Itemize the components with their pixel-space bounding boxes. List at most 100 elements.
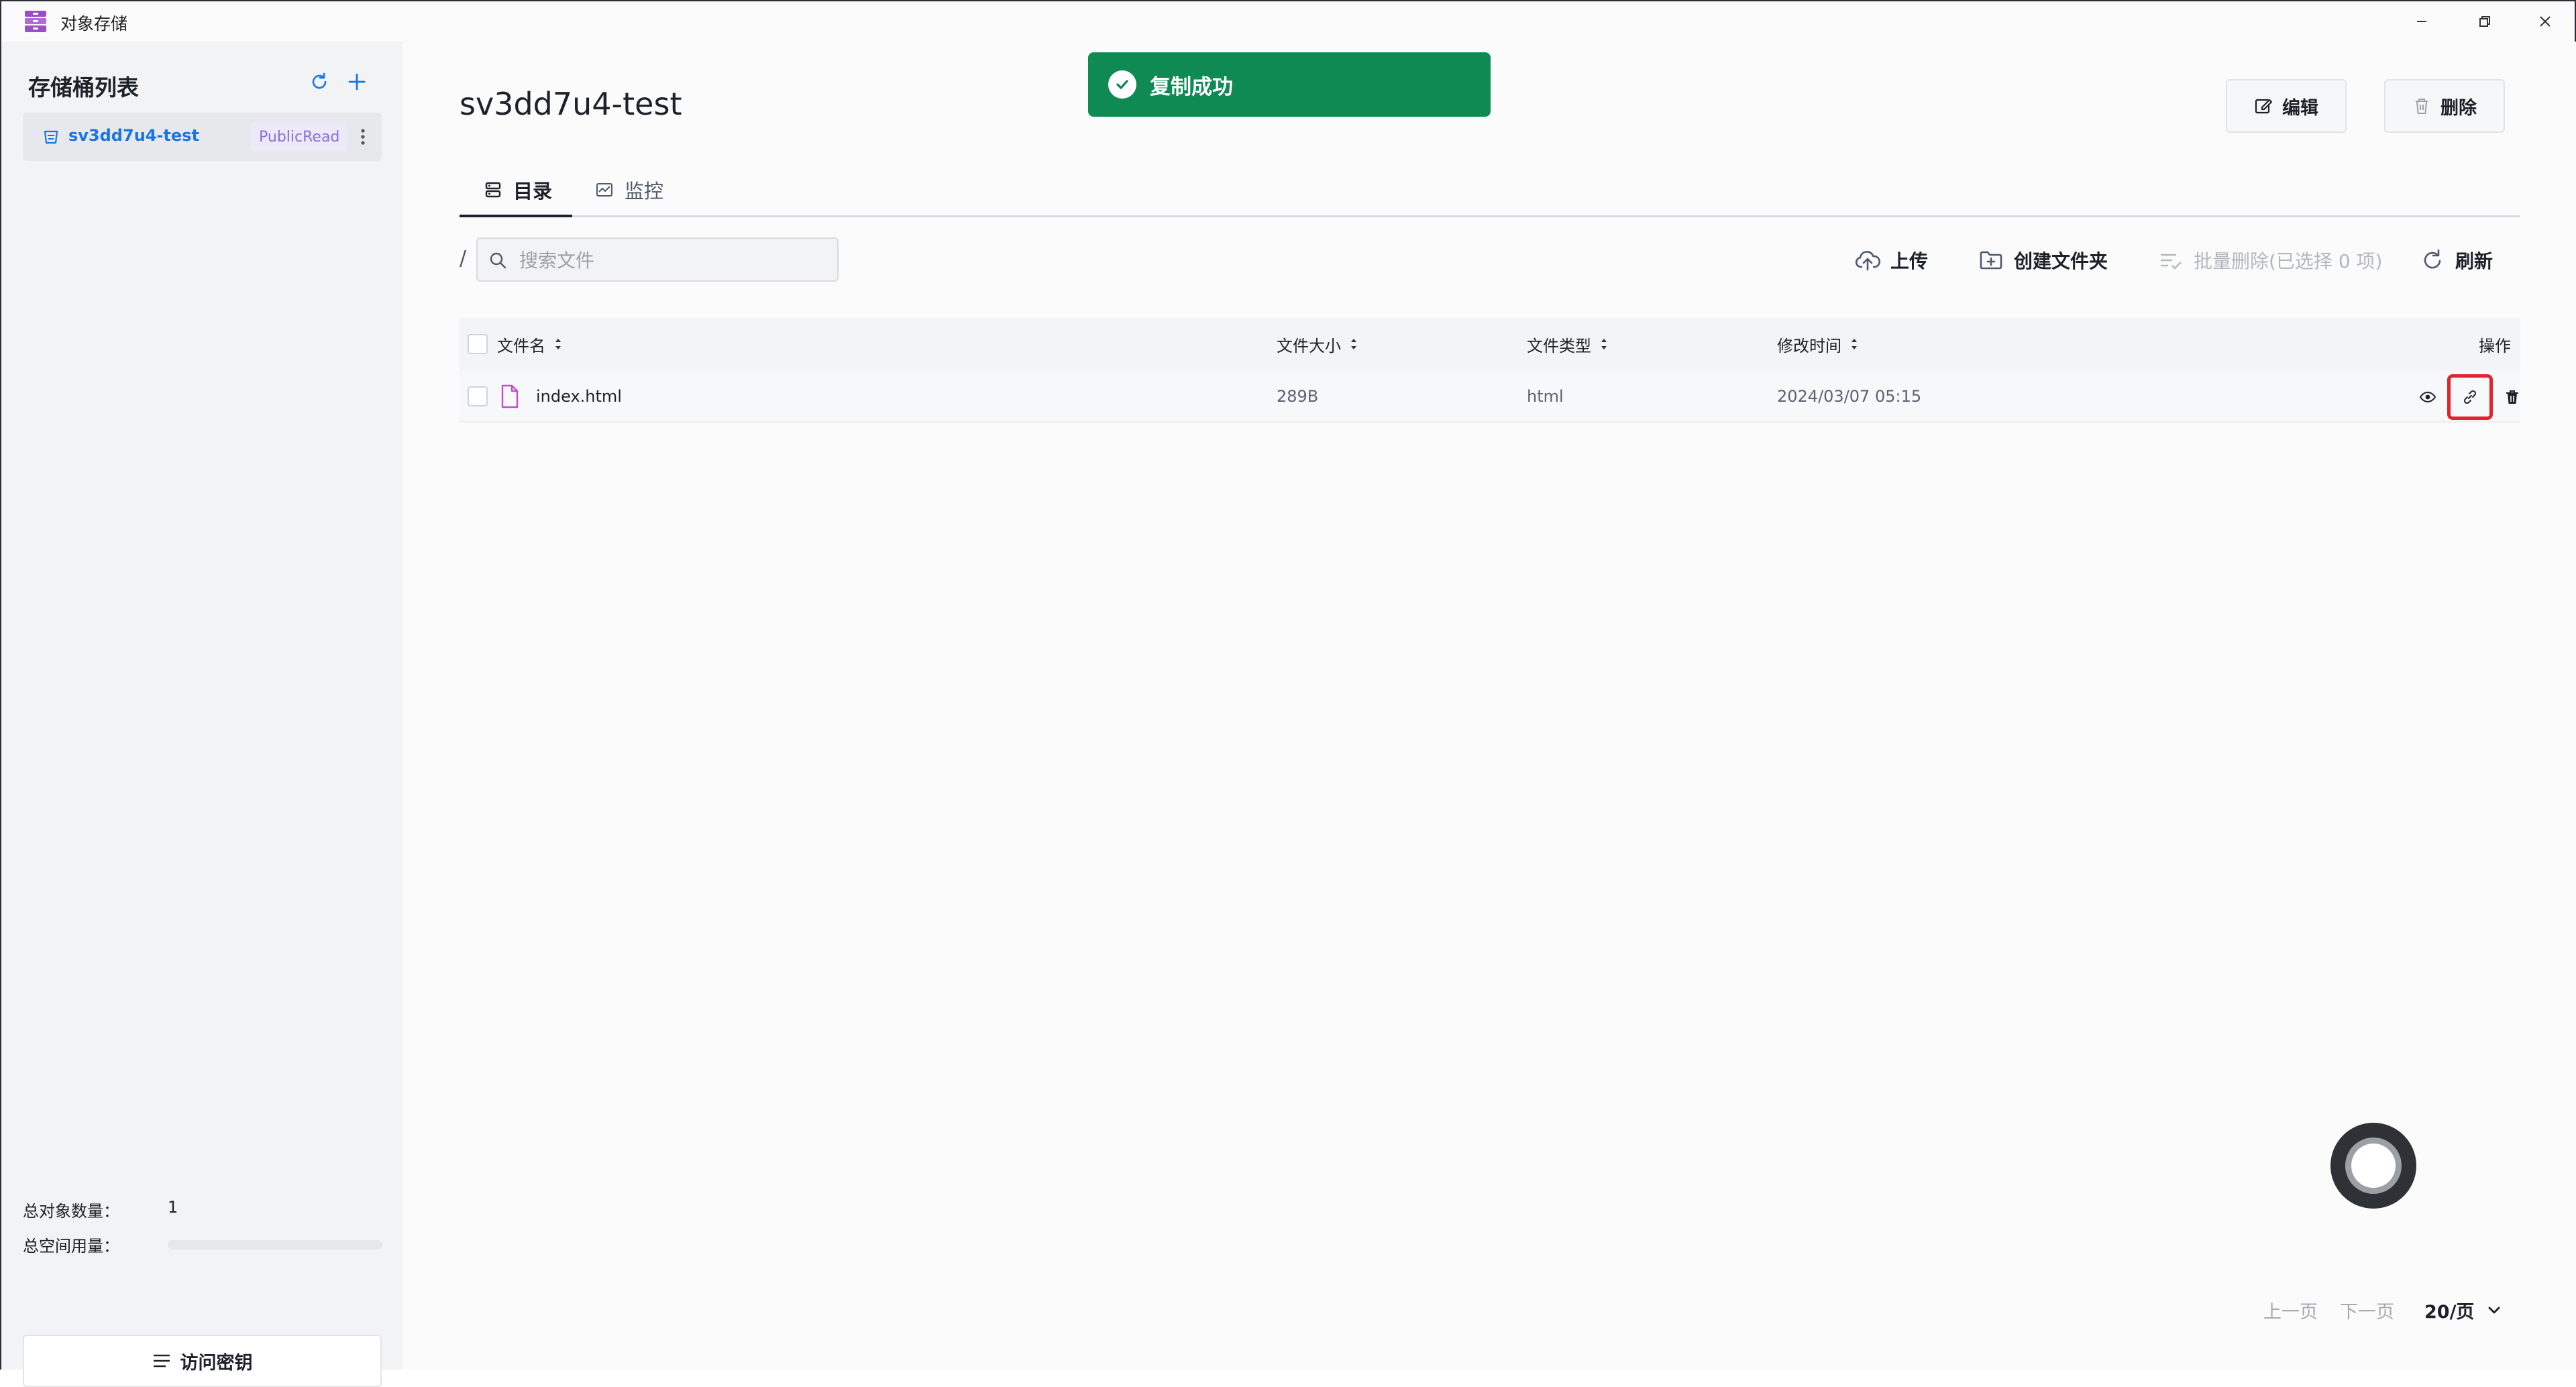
header-filetype[interactable]: 文件类型 <box>1527 318 1610 370</box>
success-toast: 复制成功 <box>1088 52 1491 117</box>
minimize-button[interactable] <box>2408 8 2435 35</box>
eye-icon <box>2419 391 2436 403</box>
next-page-button[interactable]: 下一页 <box>2340 1297 2394 1323</box>
list-check-icon <box>2161 254 2182 270</box>
search-field <box>476 237 839 282</box>
refresh-icon <box>312 72 327 89</box>
tab-bar: 目录 监控 <box>460 162 2520 217</box>
page-title: sv3dd7u4-test <box>460 86 682 122</box>
more-vertical-icon <box>361 129 365 145</box>
header-operations: 操作 <box>2479 336 2511 355</box>
tab-directory-label: 目录 <box>513 180 553 203</box>
select-all-checkbox[interactable] <box>468 334 488 354</box>
copy-link-button[interactable] <box>2457 384 2483 410</box>
page-size-select[interactable]: 20/页 <box>2424 1297 2504 1323</box>
header-modified[interactable]: 修改时间 <box>1777 318 1860 370</box>
floating-ring <box>2345 1138 2402 1194</box>
restore-icon <box>2479 16 2490 27</box>
edit-button[interactable]: 编辑 <box>2226 79 2347 133</box>
row-checkbox[interactable] <box>468 386 488 406</box>
bucket-name: sv3dd7u4-test <box>68 126 199 145</box>
object-count-label: 总对象数量： <box>23 1202 119 1221</box>
refresh-label: 刷新 <box>2455 250 2493 272</box>
active-tab-indicator <box>460 215 572 217</box>
bucket-list-item[interactable]: sv3dd7u4-test PublicRead <box>23 113 382 161</box>
file-modified: 2024/03/07 05:15 <box>1777 387 1922 406</box>
create-folder-label: 创建文件夹 <box>2014 250 2108 272</box>
app-title: 对象存储 <box>60 14 128 34</box>
header-filetype-label: 文件类型 <box>1527 336 1591 355</box>
edit-label: 编辑 <box>2282 97 2318 119</box>
check-icon <box>1116 80 1128 89</box>
sort-icon <box>1601 339 1607 349</box>
main-panel: sv3dd7u4-test 编辑 删除 目录 监控 / 搜索文件 上传 创建文件… <box>402 42 2576 1370</box>
header-filesize-label: 文件大小 <box>1277 336 1341 355</box>
link-icon <box>2463 390 2477 404</box>
trash-icon <box>2416 99 2428 114</box>
sidebar-title: 存储桶列表 <box>28 74 139 101</box>
storage-icon <box>485 182 501 198</box>
preview-button[interactable] <box>2414 384 2441 410</box>
bucket-acl-badge: PublicRead <box>251 122 348 152</box>
header-filesize[interactable]: 文件大小 <box>1277 318 1360 370</box>
floating-assistant-button[interactable] <box>2330 1123 2416 1209</box>
app-window: 对象存储 存储桶列表 sv3dd7u4-test PublicRead 总对象数… <box>0 0 2576 1387</box>
refresh-icon <box>2424 249 2441 269</box>
close-window-button[interactable] <box>2532 8 2559 35</box>
search-input[interactable] <box>518 245 826 275</box>
file-icon <box>501 384 519 408</box>
create-folder-button[interactable]: 创建文件夹 <box>1978 240 2108 280</box>
plus-icon <box>348 73 366 91</box>
path-breadcrumb[interactable]: / <box>460 247 466 270</box>
cloud-upload-icon <box>1855 251 1881 271</box>
delete-label: 删除 <box>2440 97 2477 119</box>
upload-label: 上传 <box>1890 250 1929 272</box>
table-header: 文件名 文件大小 文件类型 修改时间 操作 <box>460 318 2520 370</box>
prev-page-button[interactable]: 上一页 <box>2263 1297 2318 1323</box>
sidebar: 存储桶列表 sv3dd7u4-test PublicRead 总对象数量： 1 … <box>1 42 402 1387</box>
header-modified-label: 修改时间 <box>1777 336 1841 355</box>
menu-lines-icon <box>153 1354 170 1368</box>
bucket-icon <box>44 130 58 144</box>
delete-file-button[interactable] <box>2499 384 2526 410</box>
delete-bucket-button[interactable]: 删除 <box>2384 79 2505 133</box>
app-logo-icon <box>25 11 46 32</box>
batch-delete-button[interactable]: 批量删除(已选择 0 项) <box>2157 240 2382 280</box>
file-size: 289B <box>1277 387 1319 406</box>
access-key-button[interactable]: 访问密钥 <box>23 1335 382 1387</box>
refresh-button[interactable]: 刷新 <box>2419 240 2493 280</box>
refresh-buckets-button[interactable] <box>305 67 334 97</box>
access-key-label: 访问密钥 <box>180 1352 253 1374</box>
table-row[interactable]: index.html 289B html 2024/03/07 05:15 <box>460 370 2520 423</box>
bucket-more-button[interactable] <box>352 125 374 149</box>
title-bar: 对象存储 <box>1 1 2575 42</box>
sort-icon <box>1351 339 1356 349</box>
trash-icon <box>2506 390 2518 404</box>
sort-icon <box>1851 339 1857 349</box>
header-filename[interactable]: 文件名 <box>497 318 564 370</box>
space-usage-label: 总空间用量： <box>23 1237 119 1256</box>
chevron-down-icon <box>2489 1307 2500 1313</box>
toast-message: 复制成功 <box>1150 74 1233 99</box>
add-bucket-button[interactable] <box>342 67 372 97</box>
folder-plus-icon <box>1980 251 2002 270</box>
batch-delete-label: 批量删除(已选择 0 项) <box>2194 250 2383 272</box>
close-icon <box>2540 16 2551 27</box>
minimize-icon <box>2417 21 2426 22</box>
tab-monitor[interactable]: 监控 <box>595 162 663 217</box>
file-name[interactable]: index.html <box>536 370 622 423</box>
tab-monitor-label: 监控 <box>625 180 664 203</box>
object-count-value: 1 <box>168 1198 178 1217</box>
header-filename-label: 文件名 <box>497 336 545 355</box>
floating-core <box>2351 1144 2396 1188</box>
restore-button[interactable] <box>2471 8 2498 35</box>
upload-button[interactable]: 上传 <box>1854 240 1928 280</box>
page-size-label: 20/页 <box>2424 1302 2475 1323</box>
sort-icon <box>555 339 561 349</box>
monitor-icon <box>596 183 612 197</box>
edit-icon <box>2255 99 2273 114</box>
space-usage-bar <box>168 1240 382 1250</box>
check-circle-icon <box>1108 70 1136 99</box>
tab-directory[interactable]: 目录 <box>484 162 552 217</box>
file-type: html <box>1527 387 1564 406</box>
